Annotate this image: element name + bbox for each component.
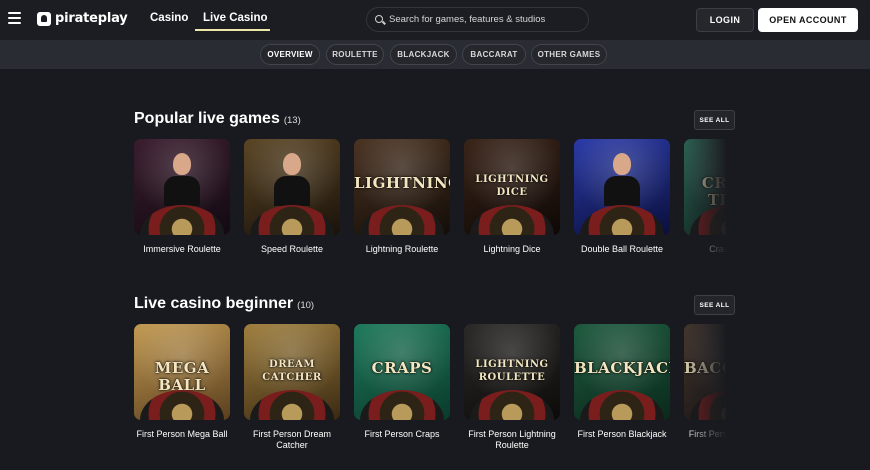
game-art-title: LIGHTNING DICE — [475, 174, 549, 198]
game-thumbnail[interactable]: LIGHTNING — [354, 139, 450, 235]
game-card[interactable]: DREAM CATCHER First Person Dream Catcher — [244, 324, 340, 451]
subnav-other-games[interactable]: OTHER GAMES — [531, 44, 607, 65]
logo[interactable]: pirateplay — [37, 11, 128, 26]
subnav-overview[interactable]: OVERVIEW — [260, 44, 320, 65]
game-card[interactable]: LIGHTNING Lightning Roulette — [354, 139, 450, 255]
section-title-beginner: Live casino beginner (10) — [134, 295, 314, 313]
game-title: Immersive Roulette — [143, 244, 221, 254]
game-thumbnail[interactable] — [574, 139, 670, 235]
logo-text: pirateplay — [55, 11, 128, 26]
game-title: First Person Mega Ball — [136, 429, 228, 439]
game-art-title: BACCARAT — [684, 359, 735, 377]
game-thumbnail[interactable]: LIGHTNING DICE — [464, 139, 560, 235]
section-title-text: Popular live games — [134, 110, 280, 127]
active-tab-underline — [195, 29, 270, 31]
nav-tab-casino[interactable]: Casino — [150, 12, 188, 24]
game-card[interactable]: CRAPS First Person Craps — [354, 324, 450, 440]
dealer-figure — [164, 149, 200, 206]
game-title: First Person Baccarat — [688, 429, 735, 439]
game-card[interactable]: MEGA BALL First Person Mega Ball — [134, 324, 230, 440]
game-card[interactable]: BLACKJACK First Person Blackjack — [574, 324, 670, 440]
section-count: (13) — [283, 115, 301, 126]
dealer-figure — [604, 149, 640, 206]
game-title: First Person Lightning Roulette — [468, 429, 556, 450]
subnav-blackjack[interactable]: BLACKJACK — [390, 44, 457, 65]
game-row-beginner: MEGA BALL First Person Mega Ball DREAM CAT… — [134, 324, 735, 464]
game-art-title: BLACKJACK — [574, 359, 670, 377]
game-card[interactable]: LIGHTNING ROULETTE First Person Lightning… — [464, 324, 560, 451]
subnav-baccarat[interactable]: BACCARAT — [462, 44, 526, 65]
game-art-title: CRAZY TIME — [701, 174, 735, 209]
login-button[interactable]: LOGIN — [696, 8, 754, 32]
search-input[interactable] — [389, 11, 584, 28]
game-art-title: DREAM CATCHER — [262, 359, 322, 383]
search-bar[interactable] — [366, 7, 589, 32]
subnav-roulette[interactable]: ROULETTE — [326, 44, 384, 65]
game-art-title: MEGA BALL — [154, 359, 210, 394]
game-row-popular: Immersive Roulette Speed Roulette LIGHTNIN… — [134, 139, 735, 279]
category-subnav: OVERVIEW ROULETTE BLACKJACK BACCARAT OTH… — [0, 40, 870, 69]
game-thumbnail[interactable]: MEGA BALL — [134, 324, 230, 420]
game-art-title: CRAPS — [371, 359, 433, 377]
game-title: Lightning Roulette — [365, 244, 439, 254]
game-card[interactable]: BACCARAT First Person Baccarat — [684, 324, 735, 440]
see-all-button[interactable]: SEE ALL — [694, 110, 735, 130]
game-card[interactable]: CRAZY TIME Crazy Time — [684, 139, 735, 255]
game-title: First Person Blackjack — [577, 429, 667, 439]
game-title: Speed Roulette — [260, 244, 324, 254]
game-thumbnail[interactable]: CRAPS — [354, 324, 450, 420]
dealer-figure — [274, 149, 310, 206]
game-art-title: LIGHTNING — [354, 174, 450, 192]
section-title-text: Live casino beginner — [134, 295, 294, 312]
game-thumbnail[interactable] — [244, 139, 340, 235]
open-account-button[interactable]: OPEN ACCOUNT — [758, 8, 858, 32]
section-count: (10) — [297, 300, 315, 311]
search-icon — [375, 15, 383, 23]
logo-mark-icon — [37, 11, 51, 26]
game-title: Lightning Dice — [483, 244, 541, 254]
game-thumbnail[interactable]: LIGHTNING ROULETTE — [464, 324, 560, 420]
game-title: First Person Dream Catcher — [252, 429, 332, 450]
game-card[interactable]: Speed Roulette — [244, 139, 340, 255]
game-thumbnail[interactable]: CRAZY TIME — [684, 139, 735, 235]
game-thumbnail[interactable]: BACCARAT — [684, 324, 735, 420]
game-card[interactable]: Double Ball Roulette — [574, 139, 670, 255]
nav-tab-live-casino[interactable]: Live Casino — [203, 12, 268, 24]
game-thumbnail[interactable]: DREAM CATCHER — [244, 324, 340, 420]
game-card[interactable]: Immersive Roulette — [134, 139, 230, 255]
game-thumbnail[interactable]: BLACKJACK — [574, 324, 670, 420]
game-title: Double Ball Roulette — [580, 244, 664, 254]
game-title: Crazy Time — [709, 244, 735, 254]
game-card[interactable]: LIGHTNING DICE Lightning Dice — [464, 139, 560, 255]
hamburger-menu-icon[interactable] — [8, 12, 21, 24]
game-thumbnail[interactable] — [134, 139, 230, 235]
see-all-button[interactable]: SEE ALL — [694, 295, 735, 315]
section-title-popular: Popular live games (13) — [134, 110, 301, 128]
game-title: First Person Craps — [364, 429, 440, 439]
game-art-title: LIGHTNING ROULETTE — [475, 359, 549, 383]
top-header: pirateplay Casino Live Casino LOGIN OPEN… — [0, 0, 870, 40]
